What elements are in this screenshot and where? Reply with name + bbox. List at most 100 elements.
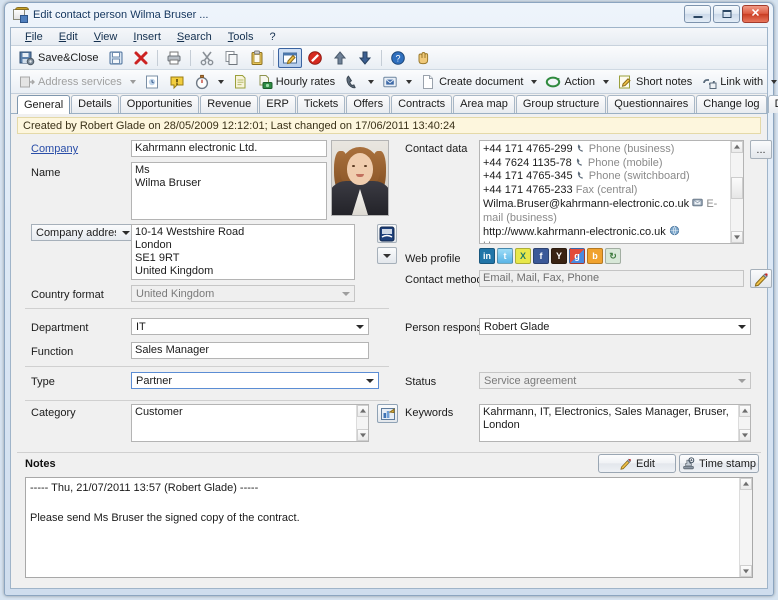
linkedin-icon[interactable]: in — [479, 248, 495, 264]
save-close-button[interactable]: Save&Close — [15, 48, 103, 68]
contact-data-row[interactable]: +44 171 4765-345 Phone (switchboard) — [483, 170, 727, 184]
minimize-button[interactable] — [684, 5, 711, 23]
notes-scrollbar[interactable] — [739, 478, 752, 577]
copy-button[interactable] — [220, 48, 244, 68]
google-icon[interactable]: g — [569, 248, 585, 264]
delete-button[interactable] — [129, 48, 153, 68]
maximize-button[interactable] — [713, 5, 740, 23]
menu-tools[interactable]: Tools — [220, 29, 262, 45]
bing-icon[interactable]: b — [587, 248, 603, 264]
tab-offers[interactable]: Offers — [346, 95, 391, 113]
contact-photo[interactable] — [331, 140, 389, 216]
task-button[interactable] — [165, 72, 189, 92]
short-notes-button[interactable]: Short notes — [613, 72, 696, 92]
contact-methods-edit-button[interactable] — [750, 269, 772, 288]
notes-textarea[interactable]: ----- Thu, 21/07/2011 13:57 (Robert Glad… — [25, 477, 753, 578]
chevron-down-icon[interactable] — [406, 79, 413, 84]
keywords-scrollbar[interactable] — [738, 405, 750, 441]
scrollbar-thumb[interactable] — [731, 177, 743, 199]
tab-tickets[interactable]: Tickets — [296, 95, 346, 113]
scroll-down-button[interactable] — [740, 565, 752, 577]
tab-details[interactable]: Details — [71, 95, 119, 113]
name-field[interactable]: Ms Wilma Bruser — [131, 162, 327, 220]
keywords-picker-button[interactable] — [377, 404, 398, 423]
type-select[interactable]: Partner — [131, 372, 379, 389]
department-select[interactable]: IT — [131, 318, 369, 335]
chevron-down-icon[interactable] — [771, 79, 778, 84]
notes-timestamp-button[interactable]: Time stamp — [679, 454, 759, 473]
hourly-rates-button[interactable]: Hourly rates — [253, 72, 339, 92]
xing-icon[interactable]: X — [515, 248, 531, 264]
tab-opportunities[interactable]: Opportunities — [119, 95, 200, 113]
create-document-button[interactable]: Create document — [416, 72, 527, 92]
contact-data-row[interactable]: +44 7624 1135-78 Phone (mobile) — [483, 157, 727, 171]
contact-data-scrollbar[interactable] — [730, 141, 743, 243]
contact-data-list[interactable]: +44 171 4765-299 Phone (business) +44 76… — [479, 140, 744, 244]
menu-edit[interactable]: Edit — [51, 29, 86, 45]
note-button[interactable] — [228, 72, 252, 92]
map-route-button[interactable] — [377, 224, 397, 243]
close-button[interactable]: ✕ — [742, 5, 769, 23]
tab-change-log[interactable]: Change log — [696, 95, 767, 113]
tab-revenue[interactable]: Revenue — [200, 95, 259, 113]
timer-button[interactable] — [190, 72, 214, 92]
next-record-button[interactable] — [353, 48, 377, 68]
help-button[interactable]: ? — [386, 48, 410, 68]
chevron-down-icon[interactable] — [368, 79, 375, 84]
contact-data-more-button[interactable]: ... — [750, 140, 772, 159]
address-options-button[interactable] — [377, 247, 397, 264]
print-button[interactable] — [162, 48, 186, 68]
scroll-down-button[interactable] — [357, 429, 368, 441]
phone-call-button[interactable] — [340, 72, 364, 92]
save-button[interactable] — [104, 48, 128, 68]
scroll-down-button[interactable] — [731, 231, 743, 243]
scroll-up-button[interactable] — [739, 405, 750, 417]
menu-search[interactable]: Search — [169, 29, 220, 45]
edit-mode-button[interactable] — [277, 47, 302, 68]
contact-data-row[interactable]: http://www.kahrmann-electronic.co.uk Hom… — [483, 225, 727, 243]
previous-record-button[interactable] — [328, 48, 352, 68]
appointment-button[interactable] — [140, 72, 164, 92]
cut-button[interactable] — [195, 48, 219, 68]
tab-area-map[interactable]: Area map — [453, 95, 515, 113]
scroll-down-button[interactable] — [739, 429, 750, 441]
tab-group-structure[interactable]: Group structure — [515, 95, 607, 113]
hand-tool-button[interactable] — [411, 48, 435, 68]
menu-help[interactable]: ? — [261, 29, 283, 45]
refresh-search-icon[interactable]: ↻ — [605, 248, 621, 264]
address-field[interactable]: 10-14 Westshire Road London SE1 9RT Unit… — [131, 224, 355, 280]
chevron-down-icon[interactable] — [531, 79, 538, 84]
address-services-button[interactable]: Address services — [15, 72, 126, 92]
facebook-icon[interactable]: f — [533, 248, 549, 264]
tab-general[interactable]: General — [17, 95, 71, 114]
menu-file[interactable]: File — [17, 29, 51, 45]
menu-view[interactable]: View — [86, 29, 126, 45]
function-field[interactable]: Sales Manager — [131, 342, 369, 359]
action-button[interactable]: Action — [541, 72, 599, 92]
status-select[interactable]: Service agreement — [479, 372, 751, 389]
email-button[interactable] — [378, 72, 402, 92]
notes-edit-button[interactable]: Edit — [598, 454, 676, 473]
tab-dossier[interactable]: Dossier — [767, 95, 778, 113]
contact-data-row[interactable]: +44 171 4765-299 Phone (business) — [483, 143, 727, 157]
chevron-down-icon[interactable] — [129, 79, 136, 84]
keywords-field[interactable]: Kahrmann, IT, Electronics, Sales Manager… — [479, 404, 751, 442]
paste-button[interactable] — [245, 48, 269, 68]
scroll-up-button[interactable] — [740, 478, 752, 490]
country-format-select[interactable]: United Kingdom — [131, 285, 355, 302]
menu-insert[interactable]: Insert — [125, 29, 169, 45]
tab-contracts[interactable]: Contracts — [391, 95, 453, 113]
tab-erp[interactable]: ERP — [259, 95, 296, 113]
category-field[interactable]: Customer — [131, 404, 369, 442]
contact-methods-field[interactable]: Email, Mail, Fax, Phone — [479, 270, 744, 287]
address-type-select[interactable]: Company address — [31, 224, 135, 241]
contact-data-row[interactable]: +44 171 4765-233 Fax (central) — [483, 184, 727, 198]
yasni-icon[interactable]: Y — [551, 248, 567, 264]
category-scrollbar[interactable] — [356, 405, 368, 441]
twitter-icon[interactable]: t — [497, 248, 513, 264]
person-responsible-select[interactable]: Robert Glade — [479, 318, 751, 335]
company-field[interactable]: Kahrmann electronic Ltd. — [131, 140, 327, 157]
company-label[interactable]: Company — [31, 143, 78, 155]
link-with-button[interactable]: Link with — [697, 72, 767, 92]
cancel-button[interactable] — [303, 48, 327, 68]
